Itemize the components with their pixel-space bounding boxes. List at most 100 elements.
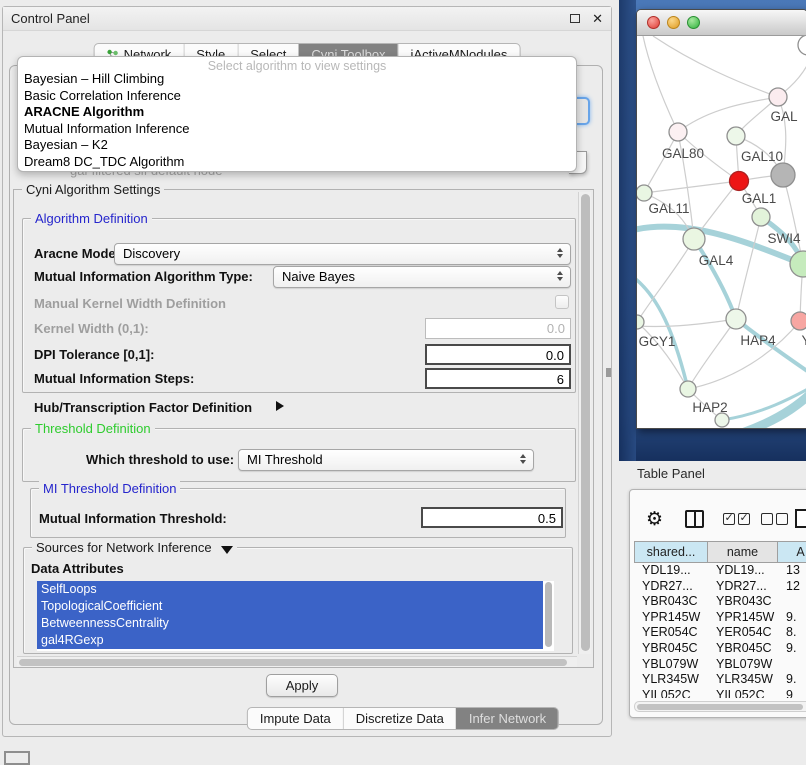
node[interactable] bbox=[791, 312, 806, 330]
table-row[interactable]: YIL052CYIL052C9 bbox=[634, 688, 806, 698]
node-swi4[interactable] bbox=[752, 208, 770, 226]
control-panel-title: Control Panel bbox=[11, 11, 90, 26]
apply-button[interactable]: Apply bbox=[266, 674, 338, 697]
network-canvas[interactable]: GAL GAL80 GAL10 GAL1 GAL11 SWI4 GAL4 GCY… bbox=[637, 36, 806, 429]
attributes-scrollbar[interactable] bbox=[544, 581, 553, 651]
table-row[interactable]: YLR345WYLR345W9. bbox=[634, 672, 806, 688]
which-threshold-label: Which threshold to use: bbox=[86, 452, 234, 467]
table-row[interactable]: YDL19...YDL19...13 bbox=[634, 563, 806, 579]
settings-horizontal-scrollbar[interactable] bbox=[17, 656, 577, 667]
node-gal10[interactable] bbox=[727, 127, 745, 145]
sources-group-title: Sources for Network Inference bbox=[32, 540, 237, 555]
node[interactable] bbox=[715, 413, 729, 427]
mi-steps-field[interactable]: 6 bbox=[425, 368, 571, 389]
node-label: GCY1 bbox=[639, 334, 676, 349]
desktop-shadow bbox=[619, 0, 636, 461]
node-label: HAP4 bbox=[740, 333, 776, 348]
table-row[interactable]: YPR145WYPR145W9. bbox=[634, 610, 806, 626]
checked-columns-icon[interactable] bbox=[723, 513, 753, 528]
settings-vertical-scrollbar[interactable] bbox=[578, 192, 591, 654]
gear-icon[interactable]: ⚙ bbox=[646, 510, 663, 529]
dpi-tolerance-field[interactable]: 0.0 bbox=[425, 344, 571, 365]
manual-kernel-label: Manual Kernel Width Definition bbox=[34, 296, 226, 311]
aracne-mode-label: Aracne Mode: bbox=[34, 246, 120, 261]
node-label: GAL1 bbox=[742, 191, 777, 206]
mi-threshold-label: Mutual Information Threshold: bbox=[39, 511, 227, 526]
network-window: GAL GAL80 GAL10 GAL1 GAL11 SWI4 GAL4 GCY… bbox=[636, 9, 806, 429]
node-label: GAL bbox=[770, 109, 798, 124]
manual-kernel-checkbox[interactable] bbox=[555, 295, 569, 309]
node-label: GAL80 bbox=[662, 146, 704, 161]
column-header-shared-name[interactable]: shared... bbox=[634, 541, 708, 563]
tab-impute-data[interactable]: Impute Data bbox=[248, 708, 343, 729]
attribute-item[interactable]: gal4RGexp bbox=[37, 632, 543, 649]
algorithm-option[interactable]: Bayesian – Hill Climbing bbox=[18, 71, 576, 88]
algorithm-hint: Select algorithm to view settings bbox=[18, 57, 576, 71]
kernel-width-label: Kernel Width (0,1): bbox=[34, 321, 149, 336]
bottom-corner-widget[interactable] bbox=[4, 751, 30, 765]
kernel-width-field[interactable]: 0.0 bbox=[425, 318, 571, 339]
float-window-icon[interactable] bbox=[570, 14, 580, 23]
node-hap2[interactable] bbox=[680, 381, 696, 397]
algorithm-option[interactable]: Bayesian – K2 bbox=[18, 137, 576, 154]
table-horizontal-scrollbar[interactable] bbox=[634, 701, 806, 712]
algorithm-option-selected[interactable]: ARACNE Algorithm bbox=[18, 104, 576, 121]
algorithm-dropdown-popup: Select algorithm to view settings Bayesi… bbox=[17, 56, 577, 172]
node[interactable] bbox=[798, 36, 806, 55]
node-label: GAL4 bbox=[699, 253, 734, 268]
node-gal80[interactable] bbox=[669, 123, 687, 141]
algorithm-definition-title: Algorithm Definition bbox=[31, 211, 152, 226]
document-icon[interactable] bbox=[795, 509, 806, 528]
table-row[interactable]: YDR27...YDR27...12 bbox=[634, 579, 806, 595]
column-header-partial[interactable]: A bbox=[778, 541, 806, 563]
algorithm-combobox-fragment[interactable] bbox=[575, 97, 590, 125]
which-threshold-combobox[interactable]: MI Threshold bbox=[238, 449, 534, 471]
algorithm-option[interactable]: Mutual Information Inference bbox=[18, 121, 576, 138]
table-row[interactable]: YBL079WYBL079W bbox=[634, 657, 806, 673]
zoom-button[interactable] bbox=[687, 16, 700, 29]
mi-type-combobox[interactable]: Naive Bayes bbox=[273, 266, 571, 288]
close-button[interactable] bbox=[647, 16, 660, 29]
data-attributes-label: Data Attributes bbox=[31, 561, 124, 576]
attribute-item[interactable]: SelfLoops bbox=[37, 581, 543, 598]
expand-right-icon[interactable] bbox=[276, 401, 284, 411]
mi-type-label: Mutual Information Algorithm Type: bbox=[34, 269, 253, 284]
node-label: HAP2 bbox=[692, 400, 727, 415]
table-row[interactable]: YBR043CYBR043C bbox=[634, 594, 806, 610]
attribute-item[interactable]: TopologicalCoefficient bbox=[37, 598, 543, 615]
collapse-down-icon[interactable] bbox=[221, 546, 233, 554]
table-panel: ⚙ shared... name A YDL19...YDL19...13 YD… bbox=[629, 489, 806, 718]
node-gal11[interactable] bbox=[637, 185, 652, 201]
table-row[interactable]: YBR045CYBR045C9. bbox=[634, 641, 806, 657]
table-row[interactable]: YER054CYER054C8. bbox=[634, 625, 806, 641]
close-panel-icon[interactable]: ✕ bbox=[592, 14, 603, 24]
node-label: Y bbox=[801, 333, 806, 348]
settings-group-title: Cyni Algorithm Settings bbox=[22, 182, 164, 197]
algorithm-option[interactable]: Dream8 DC_TDC Algorithm bbox=[18, 154, 576, 171]
unchecked-columns-icon[interactable] bbox=[761, 513, 791, 528]
table-panel-title: Table Panel bbox=[637, 466, 705, 481]
data-attributes-list: SelfLoops TopologicalCoefficient Between… bbox=[37, 581, 554, 651]
column-header-name[interactable]: name bbox=[708, 541, 778, 563]
threshold-definition-title: Threshold Definition bbox=[31, 421, 155, 436]
node-gal1-selected[interactable] bbox=[730, 172, 749, 191]
node[interactable] bbox=[769, 88, 787, 106]
node[interactable] bbox=[771, 163, 795, 187]
aracne-mode-combobox[interactable]: Discovery bbox=[114, 243, 571, 265]
split-columns-icon[interactable] bbox=[685, 510, 704, 528]
minimize-button[interactable] bbox=[667, 16, 680, 29]
node-gal4[interactable] bbox=[683, 228, 705, 250]
hub-definition-label: Hub/Transcription Factor Definition bbox=[34, 400, 252, 415]
algorithm-option[interactable]: Basic Correlation Inference bbox=[18, 88, 576, 105]
table-rows: YDL19...YDL19...13 YDR27...YDR27...12 YB… bbox=[634, 563, 806, 698]
mi-threshold-field[interactable]: 0.5 bbox=[421, 507, 563, 528]
tab-infer-network[interactable]: Infer Network bbox=[456, 708, 558, 729]
network-graph: GAL GAL80 GAL10 GAL1 GAL11 SWI4 GAL4 GCY… bbox=[637, 36, 806, 429]
node-hap4[interactable] bbox=[726, 309, 746, 329]
node[interactable] bbox=[790, 251, 806, 277]
panel-divider-handle[interactable] bbox=[606, 368, 611, 377]
spinner-arrows-icon bbox=[557, 248, 563, 258]
node-label: GAL11 bbox=[648, 201, 689, 216]
tab-discretize-data[interactable]: Discretize Data bbox=[343, 708, 456, 729]
attribute-item[interactable]: BetweennessCentrality bbox=[37, 615, 543, 632]
